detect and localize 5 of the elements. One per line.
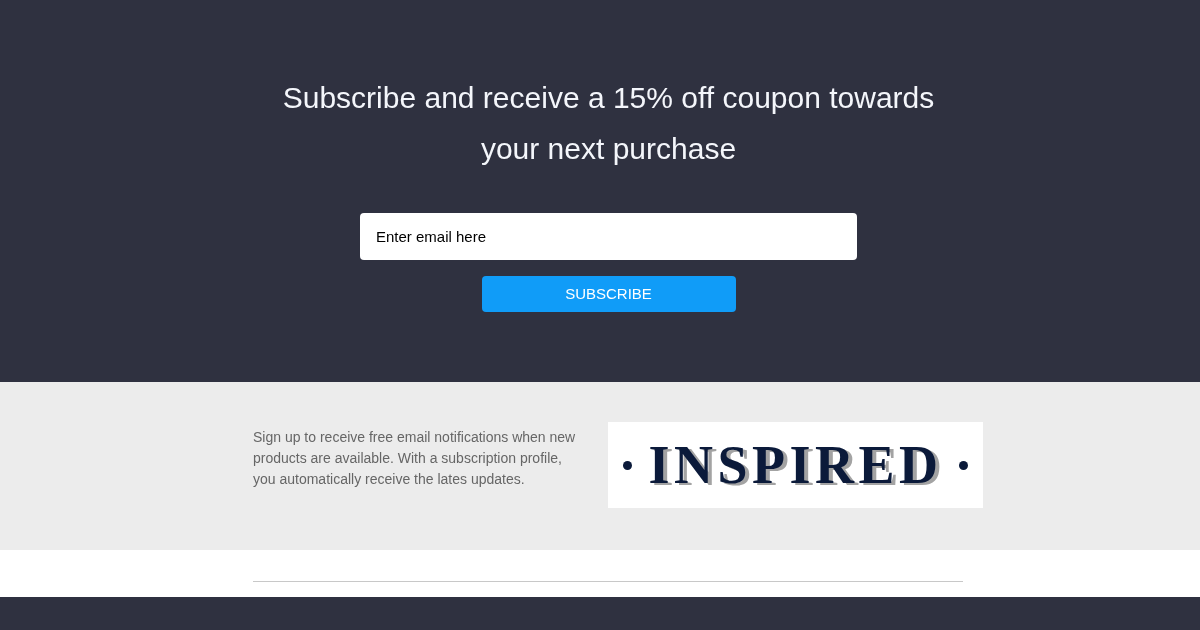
- email-field[interactable]: Enter email here: [360, 213, 857, 260]
- heading: Subscribe and receive a 15% off coupon towards your next purchase: [281, 80, 936, 167]
- logo-text: INSPIRED: [648, 438, 943, 492]
- subscribe-button[interactable]: SUBSCRIBE: [481, 276, 736, 312]
- description-text: Sign up to receive free email notifications when new products are available. With a subscription profile, you automatically receive the lates updates.: [253, 428, 577, 489]
